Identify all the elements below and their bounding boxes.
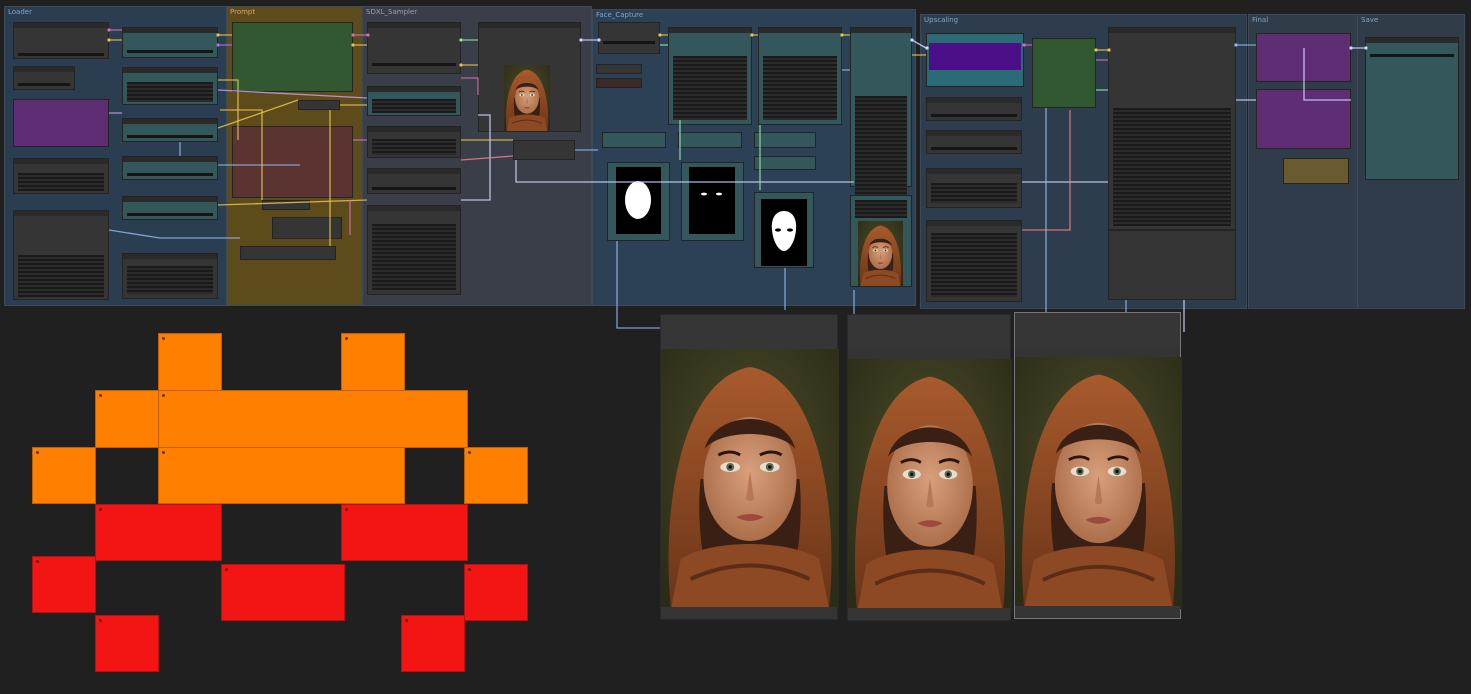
invader-block[interactable] — [158, 447, 405, 504]
image-viewer-1[interactable] — [660, 314, 838, 620]
invader-block[interactable] — [95, 504, 222, 561]
invader-block[interactable] — [341, 504, 468, 561]
invader-block[interactable] — [341, 333, 405, 391]
invader-block[interactable] — [464, 564, 528, 621]
invader-block[interactable] — [464, 447, 528, 504]
viewer-footer — [1015, 606, 1180, 618]
viewer-footer — [661, 607, 837, 619]
result-image-2 — [848, 359, 1012, 613]
viewer-header — [848, 315, 1010, 349]
invader-block[interactable] — [158, 333, 222, 391]
invader-block[interactable] — [158, 390, 468, 448]
invader-block[interactable] — [401, 615, 465, 672]
sampler-preview-image — [504, 65, 550, 131]
upscale-tile-image — [1134, 230, 1207, 300]
viewer-header — [1015, 313, 1180, 347]
invader-block[interactable] — [32, 447, 96, 504]
invader-block[interactable] — [95, 615, 159, 672]
image-viewer-3[interactable] — [1014, 312, 1181, 619]
invader-block[interactable] — [95, 390, 159, 448]
image-viewer-2[interactable] — [847, 314, 1011, 621]
invader-block[interactable] — [32, 556, 96, 613]
result-image-3 — [1015, 357, 1182, 609]
invader-block[interactable] — [221, 564, 345, 621]
viewer-footer — [848, 608, 1010, 620]
face-crop-image — [858, 221, 903, 286]
result-image-1 — [661, 349, 839, 609]
viewer-header — [661, 315, 837, 349]
